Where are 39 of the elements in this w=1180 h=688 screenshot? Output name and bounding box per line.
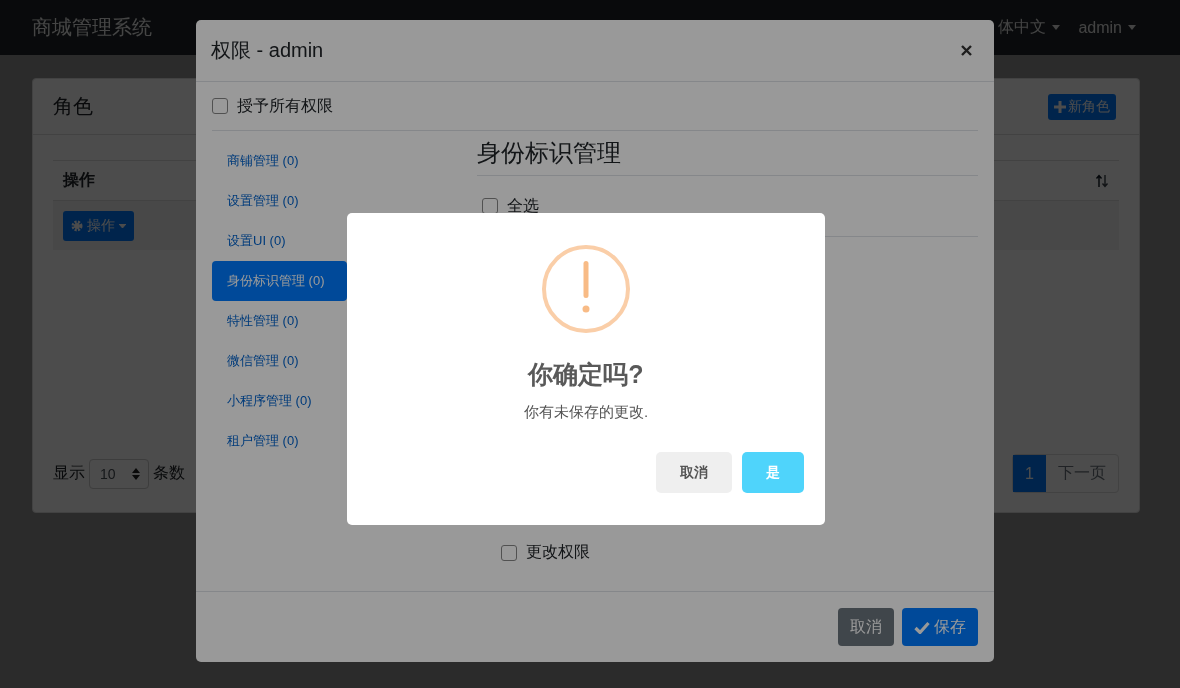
permission-group-tab[interactable]: 租户管理 (0) — [212, 421, 347, 461]
alert-title: 你确定吗? — [528, 359, 644, 390]
permission-group-tab[interactable]: 身份标识管理 (0) — [212, 261, 347, 301]
pagination-link[interactable]: 1 — [1013, 455, 1046, 492]
checkbox[interactable] — [501, 544, 517, 561]
label: 条数 — [153, 463, 185, 483]
checkbox-label: 更改权限 — [526, 542, 590, 562]
permission-group-tab[interactable]: 设置管理 (0) — [212, 181, 347, 221]
permission-group-tab[interactable]: 商铺管理 (0) — [212, 141, 347, 181]
permission-group-tab[interactable]: 特性管理 (0) — [212, 301, 347, 341]
permission-group-tab[interactable]: 微信管理 (0) — [212, 341, 347, 381]
column-header[interactable]: 操作 — [63, 170, 95, 191]
cancel-button[interactable]: 取消 — [838, 608, 894, 646]
close-icon — [961, 45, 972, 56]
checkbox[interactable] — [482, 198, 498, 214]
label: 显示 — [53, 463, 85, 483]
permission-group-tab[interactable]: 小程序管理 (0) — [212, 381, 347, 421]
gear-icon — [71, 219, 83, 232]
caret-icon — [1052, 25, 1061, 30]
warning-icon — [541, 244, 631, 334]
save-button[interactable]: 保存 — [902, 608, 978, 646]
cancel-button[interactable]: 取消 — [656, 452, 732, 493]
check-icon — [914, 620, 930, 634]
caret-icon — [1128, 25, 1136, 30]
checkbox-label: 授予所有权限 — [237, 95, 333, 116]
alert-message: 你有未保存的更改. — [523, 403, 649, 422]
modal-title: 权限 - admin — [211, 38, 324, 63]
card-title: 角色 — [53, 94, 93, 119]
confirm-button[interactable]: 是 — [742, 452, 804, 493]
section-title: 身份标识管理 — [477, 131, 978, 176]
checkbox-label: 全选 — [507, 195, 539, 216]
sort-icon — [1095, 173, 1109, 188]
permission-group-tab[interactable]: 设置UI (0) — [212, 221, 347, 261]
new-role-button[interactable]: 新角色 — [1048, 93, 1116, 120]
checkbox[interactable] — [212, 98, 228, 114]
plus-icon — [1054, 100, 1066, 113]
sort-caret-icon — [132, 467, 140, 480]
action-dropdown-button[interactable]: 操作 — [63, 210, 134, 241]
caret-icon — [119, 223, 126, 228]
